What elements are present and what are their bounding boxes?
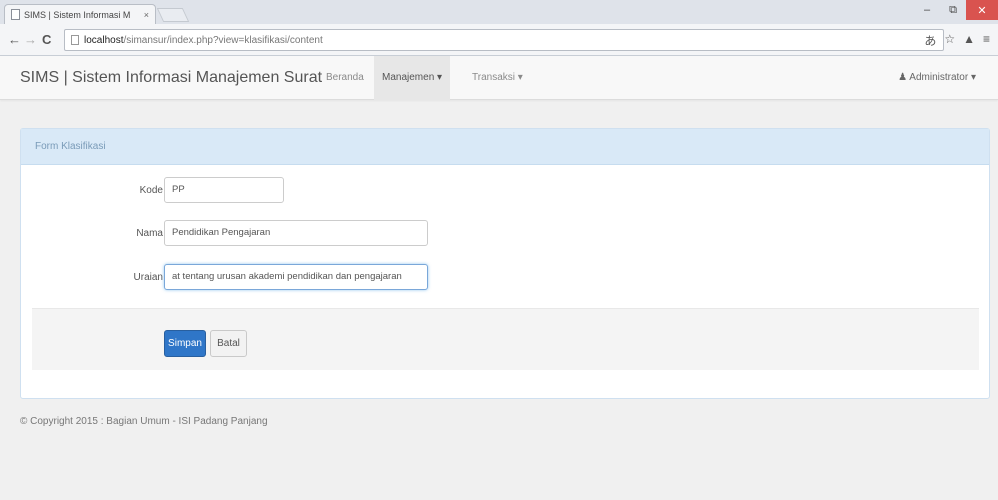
address-bar[interactable]: localhost /simansur/index.php?view=klasi…: [64, 29, 944, 51]
uraian-label: Uraian: [133, 272, 163, 283]
nama-input[interactable]: Pendidikan Pengajaran: [164, 220, 428, 246]
browser-tab-bar: SIMS | Sistem Informasi M × – ⧉ ✕: [0, 0, 998, 24]
close-window-icon[interactable]: ✕: [966, 0, 998, 20]
page-icon: [71, 35, 79, 45]
brand-title[interactable]: SIMS | Sistem Informasi Manajemen Surat: [20, 69, 322, 87]
browser-tab[interactable]: SIMS | Sistem Informasi M ×: [4, 4, 156, 24]
maximize-icon[interactable]: ⧉: [940, 0, 966, 20]
nav-item-beranda[interactable]: Beranda: [318, 56, 372, 100]
url-host: localhost: [84, 34, 124, 46]
page-icon: [11, 9, 20, 20]
simpan-button[interactable]: Simpan: [164, 330, 206, 357]
form-row-uraian: Uraian at tentang urusan akademi pendidi…: [21, 264, 989, 294]
new-tab-button[interactable]: [156, 8, 190, 22]
kode-label: Kode: [139, 185, 163, 196]
tab-title: SIMS | Sistem Informasi M: [24, 9, 131, 20]
panel-heading: Form Klasifikasi: [21, 129, 989, 165]
form-actions: Simpan Batal: [32, 308, 979, 370]
form-row-kode: Kode PP: [21, 177, 989, 207]
bookmark-star-icon[interactable]: ☆: [944, 32, 955, 49]
nama-label: Nama: [136, 228, 163, 239]
app-navbar: SIMS | Sistem Informasi Manajemen Surat …: [0, 56, 998, 100]
browser-toolbar: ← → C localhost /simansur/index.php?view…: [0, 24, 998, 56]
form-panel: Form Klasifikasi Kode PP Nama Pendidikan…: [20, 128, 990, 399]
user-icon: ♟: [898, 72, 908, 83]
kode-input[interactable]: PP: [164, 177, 284, 203]
translate-icon[interactable]: あ: [924, 32, 936, 49]
uraian-input[interactable]: at tentang urusan akademi pendidikan dan…: [164, 264, 428, 290]
back-icon[interactable]: ←: [8, 32, 21, 47]
browser-tool-icons: あ ☆ ▲ ≡: [924, 32, 990, 49]
url-path: /simansur/index.php?view=klasifikasi/con…: [123, 34, 323, 46]
extension-icon[interactable]: ▲: [963, 32, 975, 49]
nav-item-transaksi[interactable]: Transaksi ▾: [464, 56, 531, 100]
user-menu[interactable]: ♟ Administrator ▾: [898, 56, 976, 100]
batal-button[interactable]: Batal: [210, 330, 247, 357]
chevron-down-icon: ▾: [970, 72, 976, 83]
browser-menu-icon[interactable]: ≡: [983, 32, 990, 49]
nav-item-manajemen[interactable]: Manajemen ▾: [374, 56, 451, 100]
minimize-icon[interactable]: –: [914, 0, 940, 20]
window-controls: – ⧉ ✕: [914, 0, 998, 20]
reload-icon[interactable]: C: [42, 32, 51, 47]
tab-close-icon[interactable]: ×: [144, 10, 149, 20]
user-name: Administrator: [909, 72, 969, 83]
forward-icon[interactable]: →: [24, 32, 37, 47]
form-row-nama: Nama Pendidikan Pengajaran: [21, 220, 989, 250]
copyright-text: © Copyright 2015 : Bagian Umum - ISI Pad…: [20, 416, 268, 427]
